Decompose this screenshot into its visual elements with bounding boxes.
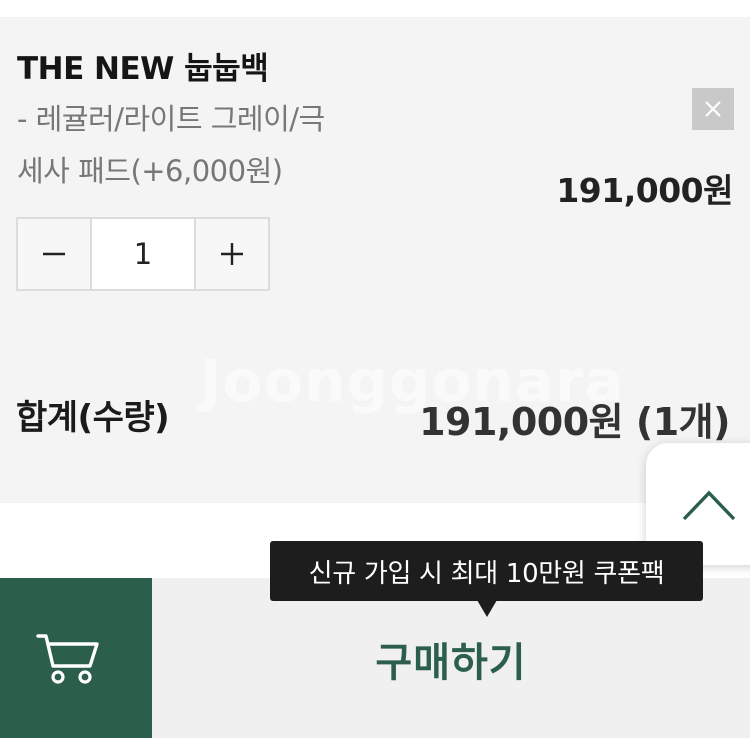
quantity-stepper: 1 [16,217,270,291]
add-to-cart-button[interactable] [0,578,152,738]
remove-item-button[interactable] [692,88,734,130]
cart-icon [36,634,99,684]
plus-icon [221,243,243,265]
signup-coupon-tooltip: 신규 가입 시 최대 10만원 쿠폰팩 [270,541,703,601]
total-label: 합계(수량) [16,398,170,438]
quantity-decrease-button[interactable] [18,219,92,289]
item-price: 191,000원 [556,171,733,210]
chevron-up-icon [682,490,736,521]
close-icon [705,101,721,117]
buy-button-label: 구매하기 [375,640,527,686]
cart-item-card: THE NEW 눕눕백 - 레귤러/라이트 그레이/극 세사 패드(+6,000… [0,17,750,503]
buy-now-button[interactable]: 구매하기 [152,578,750,738]
product-option: - 레귤러/라이트 그레이/극 세사 패드(+6,000원) [17,93,397,197]
product-option-line: - 레귤러/라이트 그레이/극 [17,102,325,136]
bottom-action-bar: 구매하기 [0,578,750,738]
product-option-line: 세사 패드(+6,000원) [17,154,283,188]
product-name: THE NEW 눕눕백 [17,51,269,87]
quantity-value[interactable]: 1 [92,219,194,289]
total-value: 191,000원 (1개) [419,400,730,444]
minus-icon [43,252,65,256]
tooltip-arrow [477,600,497,617]
quantity-increase-button[interactable] [194,219,268,289]
